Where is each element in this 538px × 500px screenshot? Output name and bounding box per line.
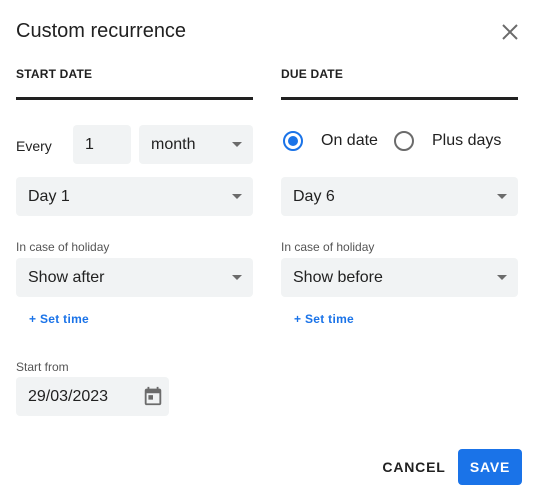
due-day-value: Day 6 [293,188,335,205]
every-label: Every [16,138,52,154]
plus-days-label[interactable]: Plus days [432,132,501,150]
due-day-select[interactable]: Day 6 [281,177,518,216]
start-day-select[interactable]: Day 1 [16,177,253,216]
start-holiday-value: Show after [28,269,105,286]
every-input[interactable]: 1 [73,125,131,164]
due-holiday-label: In case of holiday [281,240,375,254]
start-date-header: START DATE [16,67,93,81]
due-set-time-link[interactable]: + Set time [294,312,354,326]
on-date-radio[interactable] [283,131,303,151]
calendar-picker-button[interactable] [142,385,164,407]
dialog-title: Custom recurrence [16,20,187,42]
start-holiday-select[interactable]: Show after [16,258,253,297]
due-date-header: DUE DATE [281,67,344,81]
start-from-label: Start from [16,360,69,374]
start-set-time-link[interactable]: + Set time [29,312,89,326]
close-icon [502,24,518,40]
every-value: 1 [85,136,94,153]
due-holiday-select[interactable]: Show before [281,258,518,297]
due-holiday-value: Show before [293,269,383,286]
chevron-down-icon [497,194,507,199]
start-day-value: Day 1 [28,188,70,205]
start-date-underline [16,97,253,100]
on-date-label[interactable]: On date [321,132,378,150]
close-button[interactable] [498,20,522,44]
custom-recurrence-dialog: Custom recurrence START DATE Every 1 mon… [0,0,538,500]
chevron-down-icon [232,275,242,280]
unit-value: month [151,136,196,153]
calendar-icon [144,386,162,406]
due-date-underline [281,97,518,100]
chevron-down-icon [232,194,242,199]
chevron-down-icon [497,275,507,280]
save-button[interactable]: SAVE [458,449,522,485]
chevron-down-icon [232,142,242,147]
cancel-button[interactable]: CANCEL [376,449,452,485]
unit-select[interactable]: month [139,125,253,164]
start-from-value: 29/03/2023 [28,388,109,405]
plus-days-radio[interactable] [394,131,414,151]
start-holiday-label: In case of holiday [16,240,110,254]
